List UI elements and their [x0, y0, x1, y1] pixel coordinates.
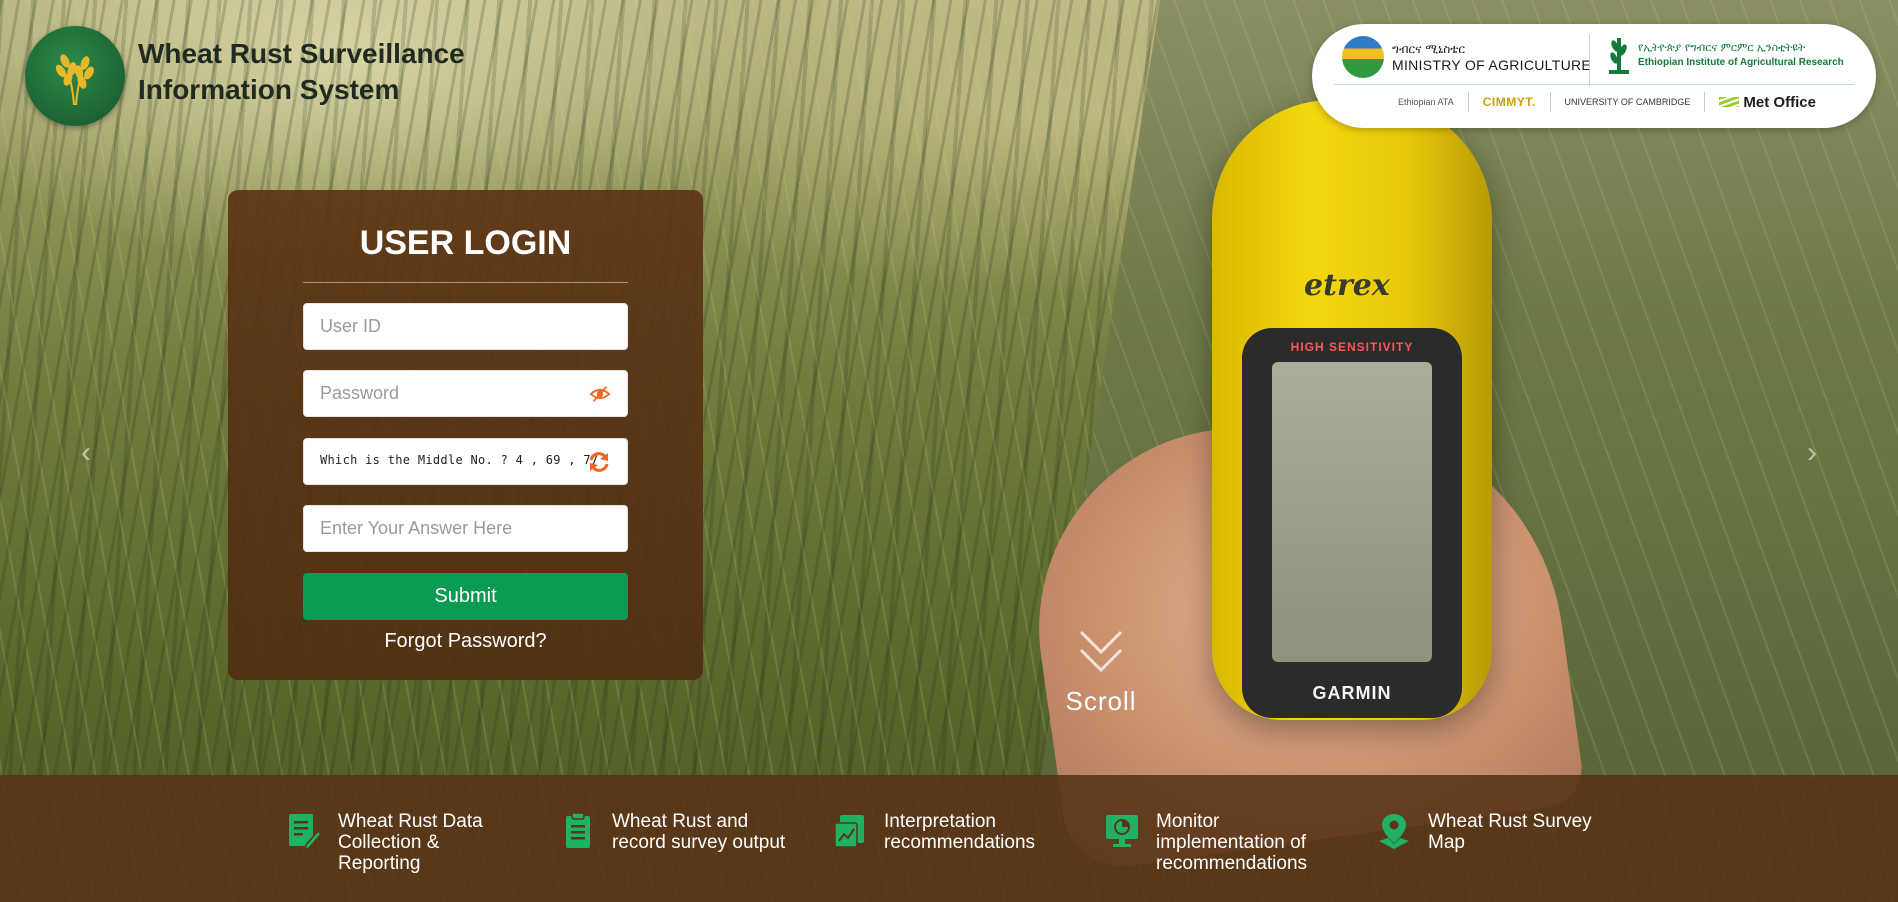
password-input[interactable]: [304, 371, 627, 416]
forgot-password-link[interactable]: Forgot Password?: [228, 630, 703, 653]
device-screen-bezel: HIGH SENSITIVITY GARMIN: [1242, 328, 1462, 718]
partner-divider: [1589, 34, 1590, 86]
user-id-field: [303, 303, 628, 350]
feature-data-collection[interactable]: Wheat Rust Data Collection & Reporting: [286, 811, 518, 874]
moa-amharic: ግብርና ሚኒስቴር: [1392, 42, 1466, 56]
met-office-label: Met Office: [1743, 93, 1816, 111]
feature-label: Wheat Rust and record survey output: [612, 811, 786, 853]
map-pin-icon: [1379, 814, 1409, 849]
clipboard-icon: [566, 812, 590, 848]
login-title-divider: [303, 282, 628, 283]
feature-label: Wheat Rust Data Collection & Reporting: [338, 811, 483, 874]
login-title: USER LOGIN: [359, 224, 572, 262]
carousel-next-icon[interactable]: ›: [1800, 438, 1824, 468]
eiar-logo[interactable]: የኢትዮጵያ የግብርና ምርምር ኢንስቲትዩት Ethiopian Inst…: [1606, 34, 1844, 76]
met-office-swoosh-icon: [1719, 97, 1740, 107]
ministry-of-agriculture-logo[interactable]: ግብርና ሚኒስቴር MINISTRY OF AGRICULTURE: [1342, 36, 1591, 78]
feature-interpretation[interactable]: Interpretation recommendations: [832, 811, 1064, 853]
device-maker: GARMIN: [1312, 683, 1392, 703]
gps-device-image: etrex HIGH SENSITIVITY GARMIN: [1212, 100, 1492, 720]
wheat-logo-icon[interactable]: [25, 26, 125, 126]
device-lcd: [1272, 362, 1432, 662]
feature-label: Monitor implementation of recommendation…: [1156, 811, 1308, 874]
moa-english: MINISTRY OF AGRICULTURE: [1392, 57, 1592, 73]
scroll-label: Scroll: [1065, 686, 1137, 716]
captcha-answer-field: [303, 505, 628, 552]
moa-emblem-icon: [1342, 36, 1384, 78]
carousel-prev-icon[interactable]: ‹: [74, 438, 98, 468]
sponsor-logos: Ethiopian ATA CIMMYT. UNIVERSITY OF CAMB…: [1384, 92, 1830, 112]
show-password-eye-icon[interactable]: [589, 383, 611, 405]
feature-survey-map[interactable]: Wheat Rust Survey Map: [1376, 811, 1608, 853]
refresh-captcha-icon[interactable]: [587, 450, 611, 474]
submit-button[interactable]: Submit: [303, 573, 628, 620]
eiar-emblem-icon: [1609, 38, 1629, 74]
ata-logo[interactable]: Ethiopian ATA: [1384, 92, 1469, 112]
captcha-field: Which is the Middle No. ? 4 , 69 , 77: [303, 438, 628, 485]
feature-label: Wheat Rust Survey Map: [1428, 811, 1592, 853]
partner-logos: ግብርና ሚኒስቴር MINISTRY OF AGRICULTURE የኢትዮጵ…: [1312, 24, 1876, 128]
password-field: [303, 370, 628, 417]
site-title: Wheat Rust Surveillance Information Syst…: [138, 36, 518, 108]
report-analysis-icon: [834, 815, 864, 848]
eiar-english: Ethiopian Institute of Agricultural Rese…: [1638, 57, 1844, 68]
scroll-down-chevron-icon: [1079, 630, 1123, 673]
cambridge-logo[interactable]: UNIVERSITY OF CAMBRIDGE: [1551, 92, 1706, 112]
device-screen-header: HIGH SENSITIVITY: [1290, 340, 1414, 354]
feature-monitor-implementation[interactable]: Monitor implementation of recommendation…: [1104, 811, 1336, 874]
captcha-answer-input[interactable]: [304, 506, 627, 551]
monitor-chart-icon: [1106, 815, 1138, 847]
site-title-line2: Information System: [138, 74, 400, 105]
site-title-line1: Wheat Rust Surveillance: [138, 38, 465, 69]
edit-document-icon: [289, 814, 322, 851]
cimmyt-logo[interactable]: CIMMYT.: [1469, 92, 1551, 112]
feature-bar: Wheat Rust Data Collection & Reporting W…: [0, 775, 1898, 902]
eiar-amharic: የኢትዮጵያ የግብርና ምርምር ኢንስቲትዩት: [1638, 41, 1806, 54]
partner-separator: [1334, 84, 1854, 85]
feature-survey-output[interactable]: Wheat Rust and record survey output: [560, 811, 792, 853]
captcha-question: Which is the Middle No. ? 4 , 69 , 77: [320, 453, 599, 467]
user-id-input[interactable]: [304, 304, 627, 349]
feature-label: Interpretation recommendations: [884, 811, 1036, 853]
login-card: USER LOGIN Which is the Middle No. ? 4 ,…: [228, 190, 703, 680]
device-brand: etrex: [1304, 268, 1390, 303]
scroll-hint[interactable]: Scroll: [1060, 622, 1142, 717]
met-office-logo[interactable]: Met Office: [1705, 92, 1830, 112]
wheat-icon: [55, 54, 94, 106]
